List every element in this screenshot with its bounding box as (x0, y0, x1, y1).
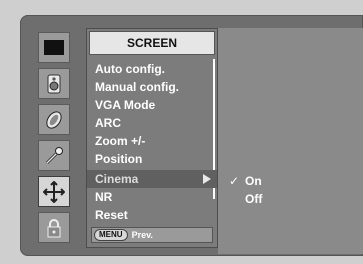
picture-icon[interactable] (38, 32, 70, 63)
menu-item-zoom[interactable]: Zoom +/- (95, 134, 145, 148)
menu-key-button[interactable]: MENU (94, 229, 128, 241)
sound-icon[interactable] (38, 68, 70, 99)
menu-item-vga-mode[interactable]: VGA Mode (95, 98, 155, 112)
menu-item-cinema-label: Cinema (95, 172, 139, 186)
footer-prev-label: Prev. (131, 230, 153, 240)
screen-icon[interactable] (38, 176, 70, 207)
lock-icon[interactable] (38, 212, 70, 243)
menu-title: SCREEN (89, 31, 215, 55)
option-on[interactable]: On (245, 174, 262, 188)
menu-item-cinema[interactable]: Cinema (87, 170, 217, 188)
screen-menu: SCREEN Auto config. Manual config. VGA M… (86, 28, 218, 248)
menu-item-nr[interactable]: NR (95, 190, 112, 204)
submenu-panel (218, 28, 363, 254)
menu-item-position[interactable]: Position (95, 152, 142, 166)
menu-item-manual-config[interactable]: Manual config. (95, 80, 179, 94)
special-icon[interactable] (38, 140, 70, 171)
option-off[interactable]: Off (245, 192, 262, 206)
submenu-arrow-icon (203, 174, 211, 184)
category-sidebar (32, 28, 79, 250)
checkmark-icon: ✓ (229, 174, 240, 188)
time-icon[interactable] (38, 104, 70, 135)
menu-footer: MENU Prev. (91, 227, 213, 243)
menu-item-auto-config[interactable]: Auto config. (95, 62, 165, 76)
menu-item-reset[interactable]: Reset (95, 208, 128, 222)
menu-item-arc[interactable]: ARC (95, 116, 121, 130)
